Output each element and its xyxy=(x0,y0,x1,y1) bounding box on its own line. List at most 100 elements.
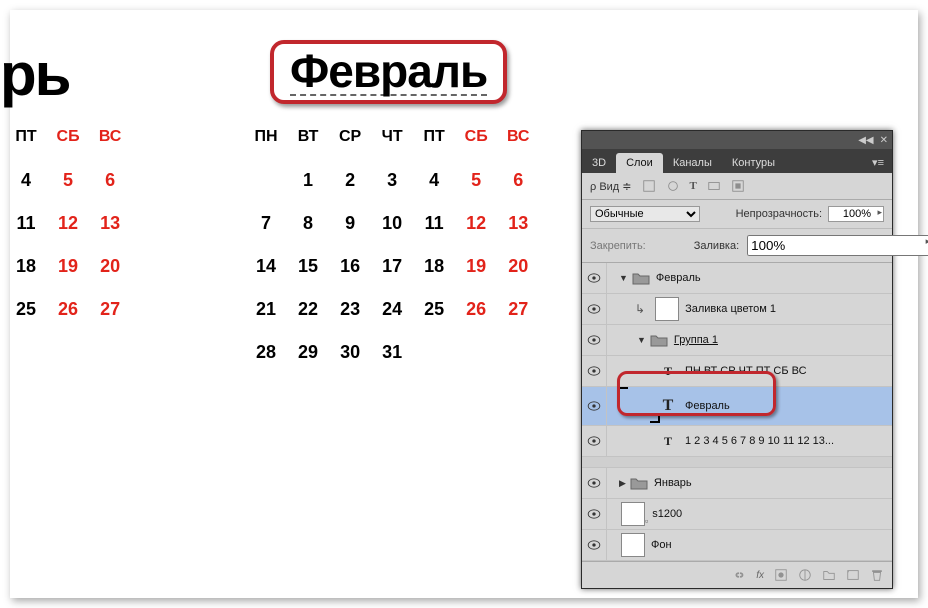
day-header: СБ xyxy=(456,122,496,152)
visibility-toggle[interactable] xyxy=(582,468,607,498)
date-cell: 8 xyxy=(288,197,328,238)
group-icon[interactable] xyxy=(822,568,836,582)
layer-february-text-selected[interactable]: T Февраль xyxy=(582,387,892,426)
date-cell: 19 xyxy=(456,240,496,281)
delete-icon[interactable] xyxy=(870,568,884,582)
opacity-input[interactable] xyxy=(828,206,884,222)
disclosure-icon[interactable]: ▶ xyxy=(619,478,626,489)
filter-adjustment-icon[interactable] xyxy=(666,179,680,193)
link-layers-icon[interactable] xyxy=(732,568,746,582)
panel-header: ◀◀ ✕ xyxy=(582,131,892,149)
disclosure-icon[interactable]: ▼ xyxy=(637,335,646,345)
collapse-icon[interactable]: ◀◀ xyxy=(858,135,873,146)
disclosure-icon[interactable]: ▼ xyxy=(619,273,628,283)
layer-name[interactable]: 1 2 3 4 5 6 7 8 9 10 11 12 13... xyxy=(685,435,834,447)
date-cell: 6 xyxy=(90,154,130,195)
fx-icon[interactable]: fx xyxy=(756,570,764,581)
visibility-toggle[interactable] xyxy=(582,325,607,355)
date-cell: 24 xyxy=(372,283,412,324)
filter-shape-icon[interactable] xyxy=(707,179,721,193)
layer-name[interactable]: Группа 1 xyxy=(674,334,718,346)
panel-menu-icon[interactable]: ▾≡ xyxy=(864,152,892,173)
date-cell: 5 xyxy=(48,154,88,195)
layer-name[interactable]: Заливка цветом 1 xyxy=(685,303,776,315)
layer-name[interactable]: Февраль xyxy=(685,400,730,412)
date-cell: 12 xyxy=(456,197,496,238)
date-cell: 16 xyxy=(330,240,370,281)
date-cell: 18 xyxy=(414,240,454,281)
layer-name[interactable]: Январь xyxy=(654,477,692,489)
fill-input[interactable] xyxy=(747,235,928,256)
layer-group-jan[interactable]: ▶ Январь xyxy=(582,468,892,499)
month-title-highlight[interactable]: Февраль xyxy=(270,40,507,104)
filter-kind-label[interactable]: ρ Вид ≑ xyxy=(590,180,632,193)
date-cell: 2 xyxy=(330,154,370,195)
day-header: ПТ xyxy=(414,122,454,152)
day-header: ВС xyxy=(498,122,538,152)
layers-panel[interactable]: ◀◀ ✕ 3D Слои Каналы Контуры ▾≡ ρ Вид ≑ T… xyxy=(581,130,893,589)
layer-group-1[interactable]: ▼ Группа 1 xyxy=(582,325,892,356)
filter-smart-icon[interactable] xyxy=(731,179,745,193)
visibility-toggle[interactable] xyxy=(582,530,607,560)
visibility-toggle[interactable] xyxy=(582,499,607,529)
visibility-toggle[interactable] xyxy=(582,356,607,386)
layer-background[interactable]: Фон xyxy=(582,530,892,561)
date-cell: 22 xyxy=(288,283,328,324)
date-cell xyxy=(414,326,454,367)
folder-icon xyxy=(632,271,650,285)
date-cell: 13 xyxy=(498,197,538,238)
text-layer-icon: T xyxy=(657,360,679,382)
close-icon[interactable]: ✕ xyxy=(880,135,888,146)
date-cell: 20 xyxy=(90,240,130,281)
day-header: ВТ xyxy=(288,122,328,152)
layer-fill-color[interactable]: ↳ Заливка цветом 1 xyxy=(582,294,892,325)
date-cell: 29 xyxy=(288,326,328,367)
date-cell: 21 xyxy=(246,283,286,324)
visibility-toggle[interactable] xyxy=(582,426,607,456)
tab-channels[interactable]: Каналы xyxy=(663,153,722,173)
date-cell: 12 xyxy=(48,197,88,238)
month-title-text[interactable]: Февраль xyxy=(290,48,487,96)
visibility-toggle[interactable] xyxy=(582,387,607,425)
date-cell: 26 xyxy=(48,283,88,324)
layer-weekdays-text[interactable]: T ПН ВТ СР ЧТ ПТ СБ ВС xyxy=(582,356,892,387)
date-cell: 25 xyxy=(414,283,454,324)
new-layer-icon[interactable] xyxy=(846,568,860,582)
date-cell: 23 xyxy=(330,283,370,324)
mask-icon[interactable] xyxy=(774,568,788,582)
date-cell: 31 xyxy=(372,326,412,367)
layer-thumbnail[interactable] xyxy=(621,502,645,526)
adjustment-icon[interactable] xyxy=(798,568,812,582)
date-cell: 27 xyxy=(498,283,538,324)
visibility-toggle[interactable] xyxy=(582,294,607,324)
layer-name[interactable]: s1200 xyxy=(652,508,682,520)
filter-pixel-icon[interactable] xyxy=(642,179,656,193)
layer-name[interactable]: ПН ВТ СР ЧТ ПТ СБ ВС xyxy=(685,365,807,377)
date-cell: 7 xyxy=(246,197,286,238)
date-cell xyxy=(456,326,496,367)
folder-icon xyxy=(650,333,668,347)
layer-numbers-text[interactable]: T 1 2 3 4 5 6 7 8 9 10 11 12 13... xyxy=(582,426,892,457)
layer-name[interactable]: Февраль xyxy=(656,272,701,284)
tab-3d[interactable]: 3D xyxy=(582,153,616,173)
visibility-toggle[interactable] xyxy=(582,263,607,293)
tab-paths[interactable]: Контуры xyxy=(722,153,785,173)
blend-mode-select[interactable]: Обычные xyxy=(590,206,700,222)
layer-group-feb[interactable]: ▼ Февраль xyxy=(582,263,892,294)
date-cell: 27 xyxy=(90,283,130,324)
filter-text-icon[interactable]: T xyxy=(690,180,697,192)
layer-s1200[interactable]: ▫ s1200 xyxy=(582,499,892,530)
date-cell: 11 xyxy=(6,197,46,238)
date-cell: 10 xyxy=(372,197,412,238)
layers-list: ▼ Февраль ↳ Заливка цветом 1 ▼ Группа 1 xyxy=(582,263,892,561)
date-cell: 25 xyxy=(6,283,46,324)
layer-thumbnail[interactable] xyxy=(621,533,645,557)
opacity-label: Непрозрачность: xyxy=(736,208,822,220)
layer-name[interactable]: Фон xyxy=(651,539,672,551)
tab-layers[interactable]: Слои xyxy=(616,153,663,173)
january-title-cut: рь xyxy=(0,40,70,109)
date-cell xyxy=(246,154,286,195)
layer-thumbnail[interactable] xyxy=(655,297,679,321)
date-cell: 11 xyxy=(414,197,454,238)
date-cell: 18 xyxy=(6,240,46,281)
